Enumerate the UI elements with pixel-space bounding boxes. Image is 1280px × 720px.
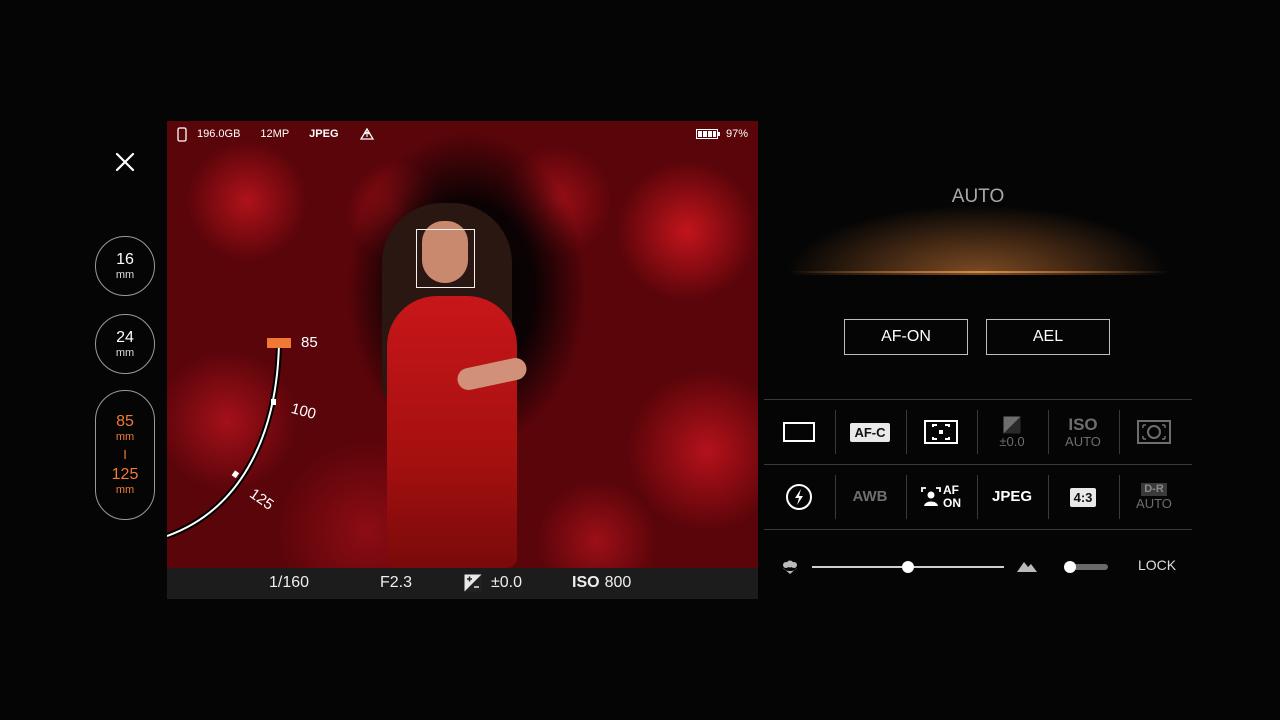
aperture-value[interactable]: F2.3 [380,574,412,592]
iso-setting-value: AUTO [1065,434,1101,449]
close-button[interactable] [112,149,138,175]
zoom-to-value: 125 [111,466,139,483]
format-text: JPEG [309,128,339,140]
viewfinder[interactable]: 196.0GB 12MP JPEG 97% 85 100 125 1/160 F… [167,121,758,599]
aspect-ratio-text: 4:3 [1069,487,1097,507]
single-shot-icon [783,422,815,442]
white-balance-text: AWB [852,488,888,505]
lock-label[interactable]: LOCK [1138,557,1176,573]
focus-mode-button[interactable]: AF-C [835,407,905,457]
exposure-compensation[interactable]: ±0.0 [464,574,522,592]
drive-mode-button[interactable] [764,407,834,457]
focus-slider-thumb[interactable] [902,561,914,573]
aspect-ratio-button[interactable]: 4:3 [1048,472,1118,522]
upload-icon [359,127,374,140]
focus-area-icon [924,420,958,444]
lens-zoom-button[interactable]: 85 mm I 125 mm [95,390,155,520]
grid-divider-top [764,399,1192,400]
upload-status [359,127,375,141]
dro-button[interactable]: D-R AUTO [1119,472,1189,522]
zoom-current-marker [267,338,291,348]
face-detection-frame [416,229,475,288]
ael-button[interactable]: AEL [986,319,1110,355]
status-bar: 196.0GB 12MP JPEG 97% [167,121,758,147]
lock-slider-thumb[interactable] [1064,561,1076,573]
zoom-arc-dial[interactable] [167,321,337,561]
dro-top-text: D-R [1141,483,1167,496]
mountain-icon [1017,562,1037,572]
battery-text: 97% [725,128,748,140]
metering-icon [1137,420,1171,444]
storage-status: 196.0GB [177,126,241,142]
face-eye-af-button[interactable]: AF ON [906,472,976,522]
lens-16mm-value: 16 [116,250,134,268]
battery-icon [695,129,720,139]
file-format-button[interactable]: JPEG [977,472,1047,522]
focus-mode-text: AF-C [850,422,890,442]
exposure-bar: 1/160 F2.3 ±0.0 ISO 800 [167,568,758,599]
face-af-icon [921,487,941,506]
af-on-button[interactable]: AF-ON [844,319,968,355]
zoom-from-unit: mm [115,431,135,443]
focus-area-button[interactable] [906,407,976,457]
shooting-mode-label: AUTO [951,186,1005,207]
white-balance-button[interactable]: AWB [835,472,905,522]
zoom-to-unit: mm [115,484,135,496]
zoom-from-value: 85 [116,413,134,430]
file-format-text: JPEG [991,488,1033,505]
lens-16mm-button[interactable]: 16 mm [95,236,155,296]
zoom-separator: I [123,447,127,462]
phone-storage-icon [177,126,187,142]
iso-button[interactable]: ISO AUTO [1048,407,1118,457]
grid-divider-bottom [764,529,1192,530]
storage-text: 196.0GB [197,128,241,140]
zoom-label-85: 85 [301,334,318,351]
iso-setting-label: ISO [1068,415,1098,434]
dro-bottom-text: AUTO [1136,496,1172,511]
battery-status: 97% [695,128,748,140]
ev-compensation-value: ±0.0 [999,433,1025,449]
exposure-compensation-icon [464,574,482,592]
metering-button[interactable] [1119,407,1189,457]
iso-label: ISO [572,574,600,591]
lens-16mm-unit: mm [115,268,135,281]
face-eye-af-group: AF ON [921,484,961,510]
lens-24mm-unit: mm [115,346,135,359]
shutter-speed[interactable]: 1/160 [269,574,309,592]
macro-flower-icon [783,560,797,574]
ev-value: ±0.0 [491,574,523,591]
face-af-bottom-text: ON [943,496,961,510]
grid-divider-middle [764,464,1192,465]
lens-24mm-button[interactable]: 24 mm [95,314,155,374]
iso-readout[interactable]: ISO 800 [572,574,631,592]
close-icon [115,152,135,172]
flash-off-icon [786,484,812,510]
lens-24mm-value: 24 [116,328,134,346]
iso-value: 800 [604,574,632,591]
resolution-text: 12MP [260,128,290,140]
subject-dress [387,296,517,568]
ev-compensation-button[interactable]: ±0.0 [977,407,1047,457]
mode-dial-line [790,271,1170,273]
flash-button[interactable] [764,472,834,522]
ev-compensation-icon [1003,416,1021,433]
